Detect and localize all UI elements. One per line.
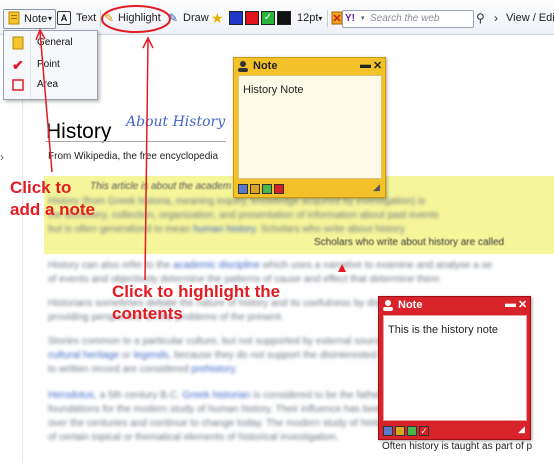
annotation-add-note-line2: add a note <box>10 200 96 219</box>
annotation-highlight-line1: Click to highlight the <box>112 282 281 301</box>
annotation-highlight-line2: contents <box>112 304 183 323</box>
annotation-arrows <box>35 28 154 281</box>
annotation-add-note-line1: Click to <box>10 178 72 197</box>
